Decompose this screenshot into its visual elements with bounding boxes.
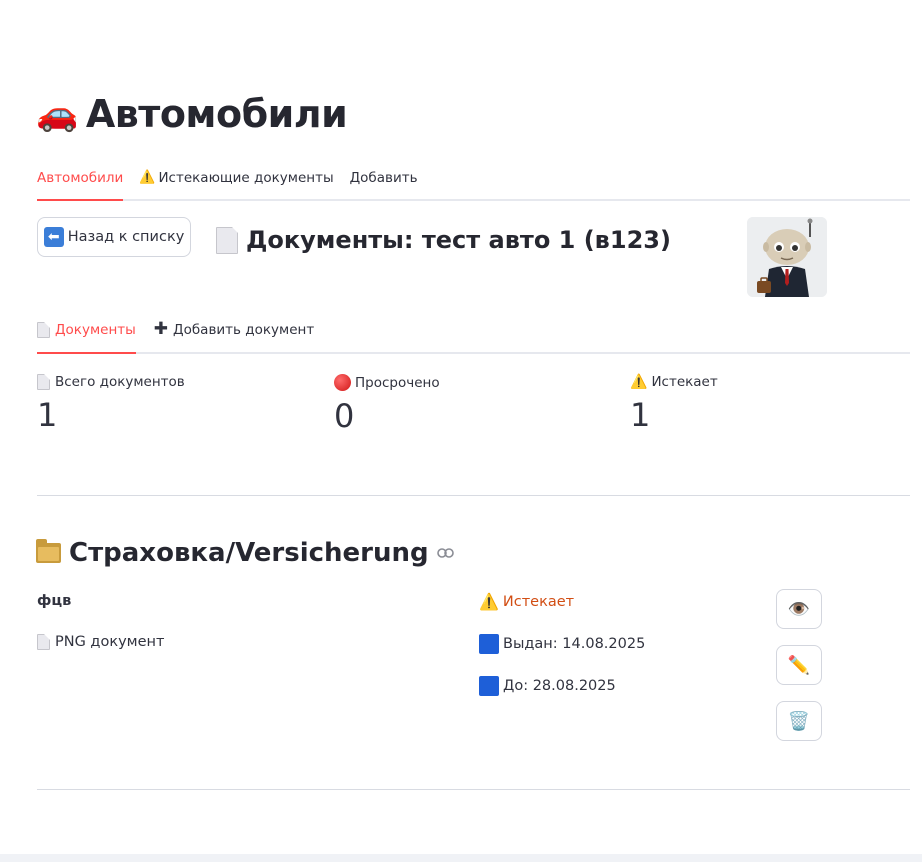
document-type: PNG документ <box>37 634 164 650</box>
tab-add-document[interactable]: ✚ Добавить документ <box>154 317 314 354</box>
metric-value: 0 <box>334 397 355 435</box>
warning-icon: ⚠️ <box>479 592 499 611</box>
metric-label: Просрочено <box>355 374 440 391</box>
expiry-date: До: 28.08.2025 <box>479 676 616 696</box>
status-badge: ⚠️ Истекает <box>479 592 574 611</box>
page-title-text: Автомобили <box>85 92 348 136</box>
expiry-date-label: До: 28.08.2025 <box>503 678 616 694</box>
edit-button[interactable]: ✏️ <box>776 645 822 685</box>
red-circle-icon <box>334 374 351 391</box>
metric-expiring: ⚠️ Истекает 1 <box>630 374 718 434</box>
page-icon <box>37 634 50 650</box>
tab-cars-label: Автомобили <box>37 170 124 186</box>
blue-square-icon <box>479 676 499 696</box>
robot-avatar-image <box>747 217 827 297</box>
metric-total-documents: Всего документов 1 <box>37 374 185 434</box>
back-to-list-button[interactable]: ⬅ Назад к списку <box>37 217 191 257</box>
metric-value: 1 <box>37 396 58 434</box>
divider <box>37 789 910 790</box>
back-to-list-label: Назад к списку <box>67 229 185 245</box>
tab-add[interactable]: Добавить <box>350 164 418 201</box>
link-icon[interactable] <box>436 544 454 562</box>
warning-icon: ⚠️ <box>139 170 156 185</box>
document-tabs: Документы ✚ Добавить документ <box>37 317 910 354</box>
section-title-text: Страховка/Versicherung <box>69 538 429 568</box>
car-icon: 🚗 <box>36 94 78 134</box>
page-icon <box>37 374 50 390</box>
issued-date: Выдан: 14.08.2025 <box>479 634 645 654</box>
warning-icon: ⚠️ <box>630 374 648 390</box>
avatar <box>747 217 827 297</box>
metric-label: Всего документов <box>55 374 185 390</box>
metric-overdue: Просрочено 0 <box>334 374 440 435</box>
documents-title: Документы: тест авто 1 (в123) <box>216 226 671 254</box>
documents-title-text: Документы: тест авто 1 (в123) <box>246 226 671 254</box>
tab-cars[interactable]: Автомобили <box>37 164 124 201</box>
pencil-icon: ✏️ <box>787 654 811 676</box>
document-type-label: PNG документ <box>55 634 165 650</box>
bottom-bar <box>0 854 922 862</box>
divider <box>37 495 910 496</box>
page-title: 🚗 Автомобили <box>36 92 348 136</box>
folder-icon <box>36 539 61 563</box>
tab-documents[interactable]: Документы <box>37 317 136 354</box>
plus-icon: ✚ <box>153 319 169 339</box>
page-icon <box>216 226 238 254</box>
section-title: Страховка/Versicherung <box>36 538 454 568</box>
back-arrow-icon: ⬅ <box>43 227 64 247</box>
view-button[interactable]: 👁️ <box>776 589 822 629</box>
trash-icon: 🗑️ <box>787 710 811 732</box>
issued-date-label: Выдан: 14.08.2025 <box>503 636 646 652</box>
status-label: Истекает <box>502 593 575 610</box>
tab-expiring-documents-label: Истекающие документы <box>158 170 334 186</box>
delete-button[interactable]: 🗑️ <box>776 701 822 741</box>
tab-documents-label: Документы <box>55 322 136 338</box>
tab-expiring-documents[interactable]: ⚠️ Истекающие документы <box>139 164 333 201</box>
eye-icon: 👁️ <box>787 598 811 620</box>
tab-add-label: Добавить <box>349 170 418 186</box>
metric-value: 1 <box>630 396 651 434</box>
metric-label: Истекает <box>651 374 718 390</box>
tab-add-document-label: Добавить документ <box>173 322 315 338</box>
blue-square-icon <box>479 634 499 654</box>
page-icon <box>37 322 50 338</box>
main-tabs: Автомобили ⚠️ Истекающие документы Добав… <box>37 164 910 201</box>
document-name: фцв <box>37 593 72 609</box>
